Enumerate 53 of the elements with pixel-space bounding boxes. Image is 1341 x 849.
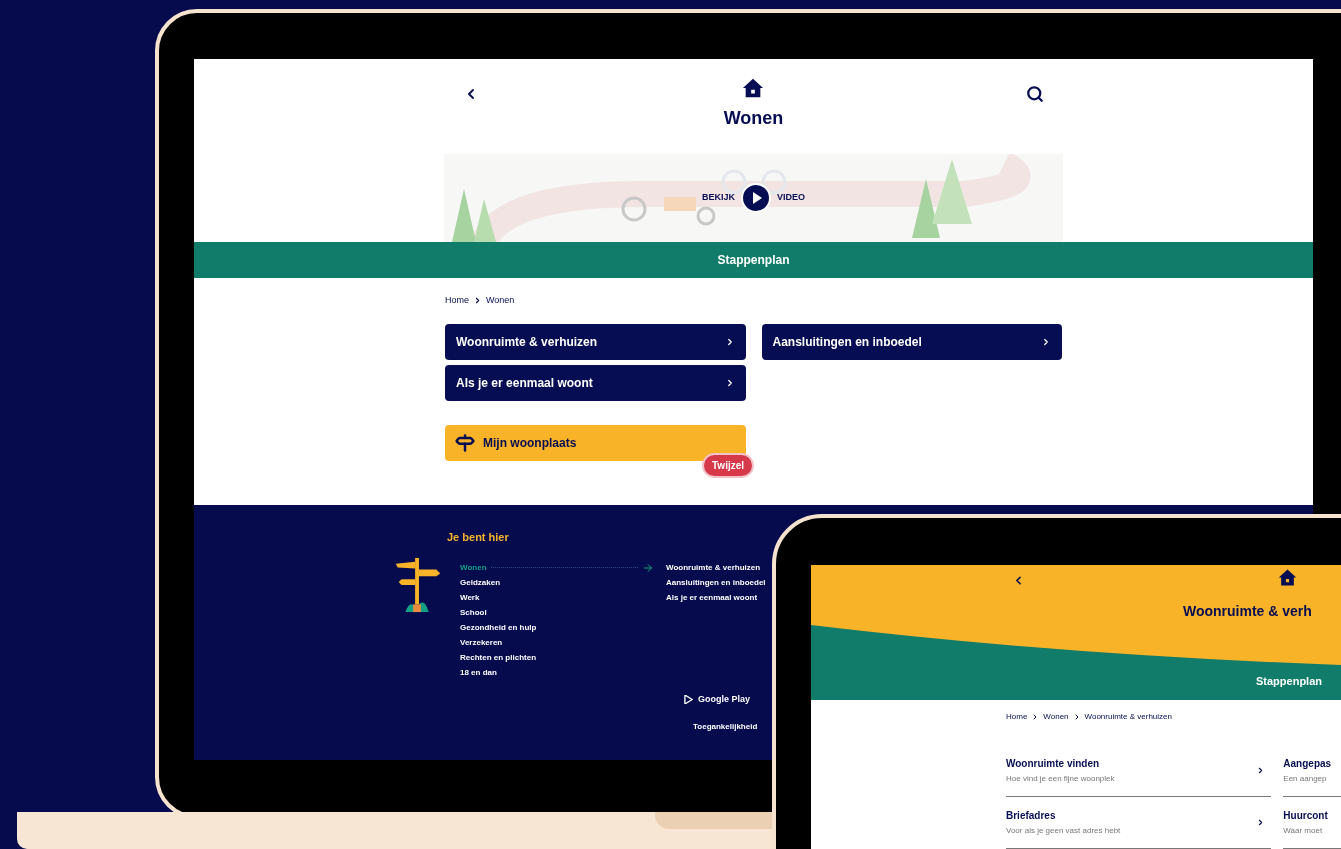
- accessibility-link[interactable]: Toegankelijkheid: [693, 721, 758, 733]
- signpost-drawing: [393, 555, 443, 614]
- home-icon[interactable]: [1278, 568, 1297, 587]
- video-label: BEKIJK: [702, 191, 735, 205]
- list-item[interactable]: Woonruimte vinden Hoe vind je een fijne woonplek: [1006, 745, 1272, 797]
- arrow-icon: [642, 561, 654, 574]
- topic-button[interactable]: Als je er eenmaal woont: [445, 364, 746, 401]
- item-title: Huurcont: [1283, 809, 1328, 823]
- footer-topic-link[interactable]: Werk: [460, 591, 480, 604]
- list-item[interactable]: Aangepas Een aangep: [1283, 745, 1341, 797]
- footer-topic-link[interactable]: Rechten en plichten: [460, 651, 536, 664]
- play-store-icon: [684, 694, 693, 704]
- location-button[interactable]: Mijn woonplaats: [445, 424, 746, 461]
- footer-subtopic-link[interactable]: Als je er eenmaal woont: [666, 591, 766, 604]
- breadcrumb-link[interactable]: Wonen: [1043, 711, 1069, 723]
- section-bar: Stappenplan: [194, 242, 1313, 278]
- breadcrumb-link[interactable]: Home: [1006, 711, 1028, 723]
- footer-subtopic-link[interactable]: Woonruimte & verhuizen: [666, 561, 766, 574]
- page-title: Woonruimte & verh: [1183, 602, 1312, 621]
- chevron-icon: [1041, 336, 1051, 347]
- topic-button[interactable]: Aansluitingen en inboedel: [761, 323, 1062, 360]
- breadcrumb-link[interactable]: Home: [445, 294, 469, 308]
- item-subtitle: Hoe vind je een fijne woonplek: [1006, 773, 1115, 785]
- play-icon[interactable]: [741, 183, 771, 213]
- footer-topic-link[interactable]: Gezondheid en hulp: [460, 621, 537, 634]
- item-subtitle: Voor als je geen vast adres hebt: [1006, 825, 1121, 837]
- page-title: Wonen: [723, 107, 784, 130]
- signpost-icon: [455, 432, 475, 453]
- breadcrumb-link[interactable]: Woonruimte & verhuizen: [1084, 711, 1172, 723]
- list-item[interactable]: Briefadres Voor als je geen vast adres hebt: [1006, 797, 1272, 849]
- footer-topic-link[interactable]: Verzekeren: [460, 636, 503, 649]
- item-title: Briefadres: [1006, 809, 1057, 823]
- location-badge: Twijzel: [702, 452, 755, 478]
- section-bar-label: Stappenplan: [1256, 674, 1322, 689]
- item-title: Woonruimte vinden: [1006, 757, 1101, 771]
- search-icon[interactable]: [1026, 85, 1044, 103]
- footer-topic-link[interactable]: 18 en dan: [460, 666, 497, 679]
- video-label: VIDEO: [777, 191, 805, 205]
- video-banner[interactable]: BEKIJK VIDEO: [444, 154, 1063, 242]
- breadcrumb-link[interactable]: Wonen: [486, 294, 515, 308]
- item-subtitle: Een aangep: [1283, 773, 1328, 785]
- google-play-link[interactable]: Google Play: [684, 692, 750, 706]
- footer-subtopic-link[interactable]: Aansluitingen en inboedel: [666, 576, 766, 589]
- list-item[interactable]: Huurcont Waar moet: [1283, 797, 1341, 849]
- breadcrumb-separator-icon: [473, 296, 482, 306]
- item-title: Aangepas: [1283, 757, 1332, 771]
- topic-button[interactable]: Woonruimte & verhuizen: [445, 323, 746, 360]
- footer-topic-link[interactable]: School: [460, 606, 487, 619]
- footer-topic-link[interactable]: Wonen: [460, 561, 487, 574]
- home-icon[interactable]: [741, 77, 764, 99]
- footer-topic-link[interactable]: Geldzaken: [460, 576, 500, 589]
- footer-heading: Je bent hier: [447, 530, 510, 545]
- item-subtitle: Waar moet: [1283, 825, 1324, 837]
